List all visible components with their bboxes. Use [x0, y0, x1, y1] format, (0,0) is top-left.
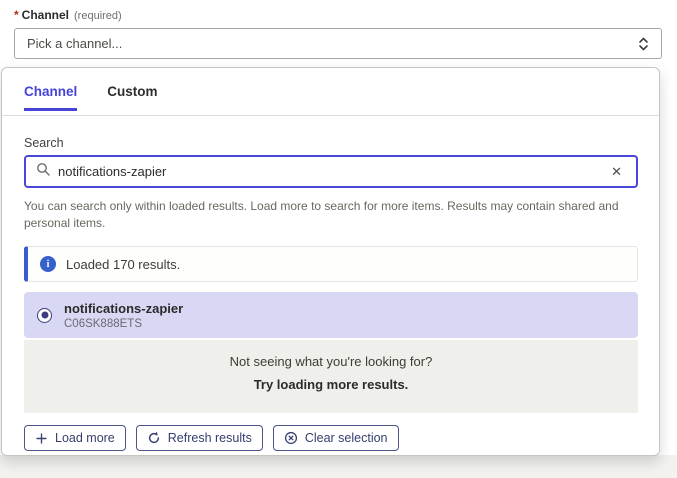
field-name: Channel — [22, 8, 69, 22]
loaded-results-alert: i Loaded 170 results. — [24, 246, 638, 282]
search-box: ✕ — [24, 155, 638, 188]
refresh-results-label: Refresh results — [168, 431, 252, 445]
plus-icon — [35, 432, 48, 445]
required-note: (required) — [74, 10, 122, 22]
radio-selected-icon — [37, 308, 52, 323]
chevron-updown-icon — [638, 36, 649, 52]
tab-custom[interactable]: Custom — [107, 84, 157, 111]
channel-dropdown-panel: Channel Custom Search ✕ You can search o… — [1, 67, 660, 456]
refresh-results-button[interactable]: Refresh results — [136, 425, 263, 451]
hint-line1: Not seeing what you're looking for? — [24, 354, 638, 369]
refresh-icon — [147, 431, 161, 445]
channel-select-value: Pick a channel... — [27, 36, 638, 51]
result-name: notifications-zapier — [64, 301, 183, 316]
channel-select[interactable]: Pick a channel... — [14, 28, 662, 59]
search-label: Search — [24, 136, 64, 150]
search-help-text: You can search only within loaded result… — [24, 198, 630, 232]
circle-x-icon — [284, 431, 298, 445]
tabs-divider — [2, 115, 659, 116]
tab-bar: Channel Custom — [24, 84, 158, 111]
required-asterisk: * — [14, 8, 19, 22]
load-more-hint: Not seeing what you're looking for? Try … — [24, 340, 638, 413]
search-clear-icon[interactable]: ✕ — [607, 162, 626, 182]
page-background — [0, 455, 677, 478]
field-label: *Channel (required) — [14, 8, 122, 22]
result-text: notifications-zapier C06SK888ETS — [64, 301, 183, 330]
clear-selection-button[interactable]: Clear selection — [273, 425, 399, 451]
hint-line2: Try loading more results. — [24, 377, 638, 392]
channel-picker-screen: *Channel(required) Pick a channel... Cha… — [0, 0, 677, 478]
search-input[interactable] — [58, 164, 599, 179]
result-item-selected[interactable]: notifications-zapier C06SK888ETS — [24, 292, 638, 338]
result-id: C06SK888ETS — [64, 318, 183, 330]
info-icon: i — [40, 256, 56, 272]
load-more-button[interactable]: Load more — [24, 425, 126, 451]
load-more-label: Load more — [55, 431, 115, 445]
clear-selection-label: Clear selection — [305, 431, 388, 445]
action-button-row: Load more Refresh results — [24, 425, 399, 451]
tab-channel[interactable]: Channel — [24, 84, 77, 111]
alert-text: Loaded 170 results. — [66, 257, 180, 272]
search-icon — [36, 162, 50, 181]
